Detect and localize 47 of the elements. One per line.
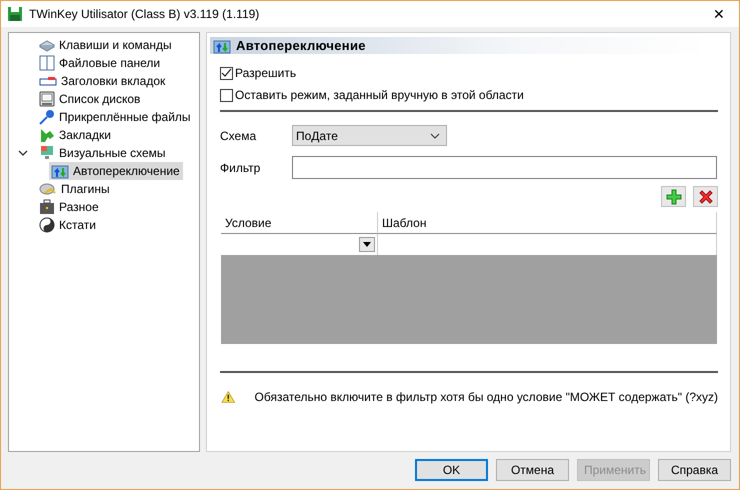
- tree-item[interactable]: Плагины: [37, 180, 113, 198]
- tree-item[interactable]: Разное: [37, 198, 102, 216]
- folder-arrows-icon: [213, 38, 231, 54]
- close-button[interactable]: ✕: [699, 1, 739, 27]
- tree-item[interactable]: Список дисков: [37, 90, 144, 108]
- add-button[interactable]: [661, 186, 686, 207]
- plus-icon: [666, 188, 682, 204]
- monitor-icon: [39, 145, 55, 161]
- tree-item[interactable]: Клавиши и команды: [37, 36, 175, 54]
- tree-item[interactable]: Визуальные схемы: [37, 144, 169, 162]
- dialog-button[interactable]: Справка: [658, 459, 731, 481]
- tree-item[interactable]: Файловые панели: [37, 54, 164, 72]
- column-header[interactable]: Условие: [221, 212, 378, 234]
- briefcase-icon: [39, 199, 55, 215]
- dialog-button[interactable]: Отмена: [496, 459, 569, 481]
- yin-yang-icon: [39, 217, 55, 233]
- window-title: TWinKey Utilisator (Class B) v3.119 (1.119): [29, 7, 260, 21]
- chevron-down-icon: [430, 132, 440, 138]
- folder-arrows-icon: [51, 163, 69, 179]
- tree-item[interactable]: Закладки: [37, 126, 114, 144]
- tree-item[interactable]: Кстати: [37, 216, 99, 234]
- triangle-down-icon: [363, 242, 371, 247]
- checkbox[interactable]: [220, 66, 233, 80]
- tree-item[interactable]: Заголовки вкладок: [37, 72, 168, 90]
- scheme-dropdown[interactable]: ПоДате: [292, 125, 447, 146]
- column-header[interactable]: Шаблон: [378, 212, 717, 234]
- dropdown-button[interactable]: [359, 237, 375, 252]
- checkbox-label: Оставить режим, заданный вручную в этой области: [235, 88, 524, 102]
- tree-item[interactable]: Прикреплённые файлы: [37, 108, 194, 126]
- panel-title: Автопереключение: [236, 38, 366, 53]
- delete-button[interactable]: [693, 186, 718, 207]
- plugin-icon: [39, 181, 57, 197]
- bookmark-icon: [39, 127, 55, 143]
- tree-item[interactable]: Автопереключение: [49, 162, 183, 180]
- checkbox[interactable]: [220, 88, 233, 102]
- panels-icon: [39, 55, 55, 71]
- filter-label: Фильтр: [220, 160, 262, 174]
- keyboard-icon: [39, 38, 55, 52]
- tabs-icon: [39, 76, 57, 86]
- checkbox-label: Разрешить: [235, 66, 296, 80]
- warning-text: Обязательно включите в фильтр хотя бы одно условие "МОЖЕТ содержать" (?xyz): [254, 390, 718, 404]
- cross-icon: [698, 188, 714, 204]
- drive-icon: [39, 91, 55, 107]
- dialog-button[interactable]: OK: [415, 459, 488, 481]
- filter-field[interactable]: [292, 156, 717, 179]
- scheme-label: Схема: [220, 128, 258, 142]
- pin-icon: [39, 109, 55, 125]
